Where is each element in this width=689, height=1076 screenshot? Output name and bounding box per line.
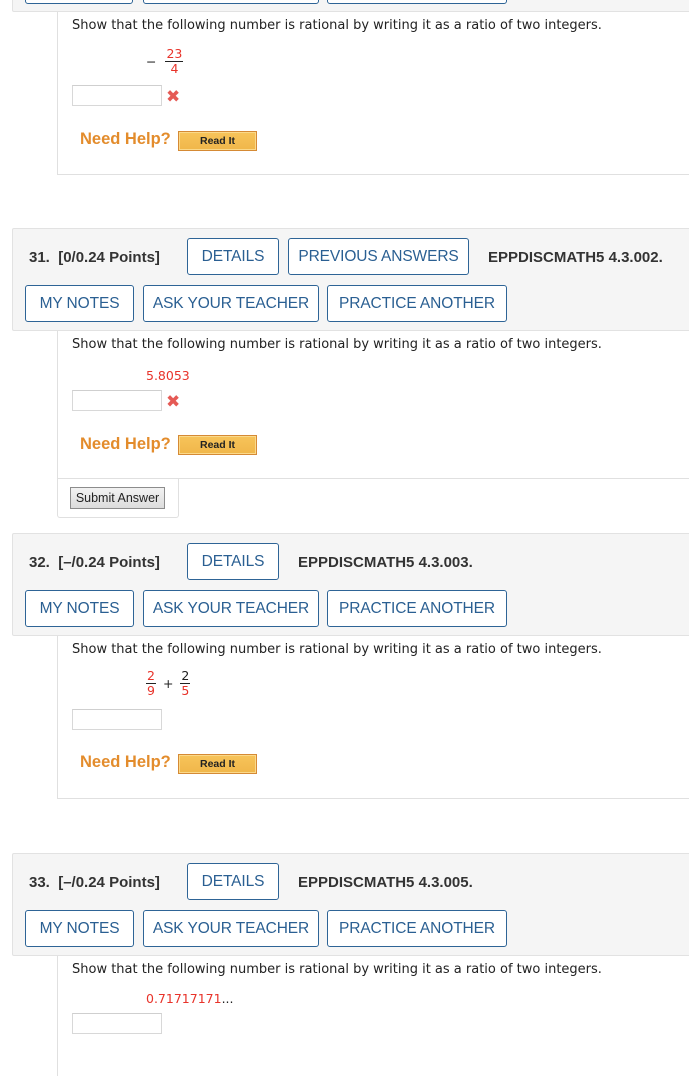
my-notes-button[interactable]: MY NOTES: [25, 285, 134, 322]
my-notes-button[interactable]: MY NOTES: [25, 910, 134, 947]
question-number-text: 31.: [29, 249, 50, 266]
math-expression: 0.71717171...: [146, 991, 233, 1006]
plus-operator: +: [162, 675, 174, 691]
question-prompt: Show that the following number is ration…: [72, 962, 602, 977]
numerator: 2: [180, 668, 191, 684]
fraction-a: 2 9: [146, 669, 156, 698]
answer-input[interactable]: [72, 709, 162, 730]
repeating-decimal: 0.71717171: [146, 991, 222, 1006]
answer-input[interactable]: [72, 390, 162, 411]
question-number: 31. [0/0.24 Points]: [29, 249, 160, 266]
answer-input[interactable]: [72, 85, 162, 106]
details-button[interactable]: DETAILS: [187, 863, 279, 900]
question-30-body: Show that the following number is ration…: [57, 12, 689, 175]
math-expression: 2 9 + 2 5: [146, 668, 191, 698]
ellipsis: ...: [221, 991, 234, 1006]
read-it-button[interactable]: Read It: [178, 435, 257, 455]
numerator: 2: [146, 668, 156, 684]
question-points: [0/0.24 Points]: [58, 249, 160, 266]
fraction-b: 2 5: [180, 668, 191, 698]
question-30-header: [12, 0, 689, 12]
question-32-header: 32. [–/0.24 Points] DETAILS EPPDISCMATH5…: [12, 533, 689, 636]
question-code: EPPDISCMATH5 4.3.005.: [298, 874, 473, 891]
ask-your-teacher-button[interactable]: ASK YOUR TEACHER: [143, 590, 319, 627]
question-number-text: 33.: [29, 874, 50, 891]
fraction: 23 4: [165, 46, 184, 76]
need-help-label: Need Help?: [80, 753, 171, 771]
math-expression: − 23 4: [146, 46, 184, 76]
practice-another-button[interactable]: PRACTICE ANOTHER: [327, 590, 507, 627]
practice-another-button[interactable]: PRACTICE ANOTHER: [327, 910, 507, 947]
question-code: EPPDISCMATH5 4.3.003.: [298, 554, 473, 571]
need-help-label: Need Help?: [80, 435, 171, 453]
ask-your-teacher-button[interactable]: [143, 0, 319, 4]
question-points: [–/0.24 Points]: [58, 874, 160, 891]
submit-area: Submit Answer: [57, 479, 179, 518]
ask-your-teacher-button[interactable]: ASK YOUR TEACHER: [143, 910, 319, 947]
question-number: 32. [–/0.24 Points]: [29, 554, 160, 571]
denominator: 5: [181, 682, 190, 698]
denominator: 9: [147, 682, 155, 698]
my-notes-button[interactable]: [25, 0, 133, 4]
question-prompt: Show that the following number is ration…: [72, 337, 602, 352]
practice-another-button[interactable]: [327, 0, 507, 4]
question-prompt: Show that the following number is ration…: [72, 642, 602, 657]
question-33-header: 33. [–/0.24 Points] DETAILS EPPDISCMATH5…: [12, 853, 689, 956]
question-prompt: Show that the following number is ration…: [72, 18, 602, 33]
question-number-text: 32.: [29, 554, 50, 571]
denominator: 4: [170, 60, 179, 76]
minus-sign: −: [146, 53, 157, 69]
question-points: [–/0.24 Points]: [58, 554, 160, 571]
question-31-body: Show that the following number is ration…: [57, 331, 689, 479]
submit-answer-button[interactable]: Submit Answer: [70, 487, 165, 509]
numerator: 23: [165, 46, 184, 62]
ask-your-teacher-button[interactable]: ASK YOUR TEACHER: [143, 285, 319, 322]
need-help-label: Need Help?: [80, 130, 171, 148]
question-33-body: Show that the following number is ration…: [57, 956, 689, 1076]
question-32-body: Show that the following number is ration…: [57, 636, 689, 799]
read-it-button[interactable]: Read It: [178, 754, 257, 774]
read-it-button[interactable]: Read It: [178, 131, 257, 151]
previous-answers-button[interactable]: PREVIOUS ANSWERS: [288, 238, 469, 275]
question-31-header: 31. [0/0.24 Points] DETAILS PREVIOUS ANS…: [12, 228, 689, 331]
details-button[interactable]: DETAILS: [187, 543, 279, 580]
question-number: 33. [–/0.24 Points]: [29, 874, 160, 891]
details-button[interactable]: DETAILS: [187, 238, 279, 275]
incorrect-x-icon: ✖: [166, 87, 181, 107]
incorrect-x-icon: ✖: [166, 392, 181, 412]
question-code: EPPDISCMATH5 4.3.002.: [488, 249, 663, 266]
my-notes-button[interactable]: MY NOTES: [25, 590, 134, 627]
math-expression: 5.8053: [146, 368, 190, 383]
practice-another-button[interactable]: PRACTICE ANOTHER: [327, 285, 507, 322]
